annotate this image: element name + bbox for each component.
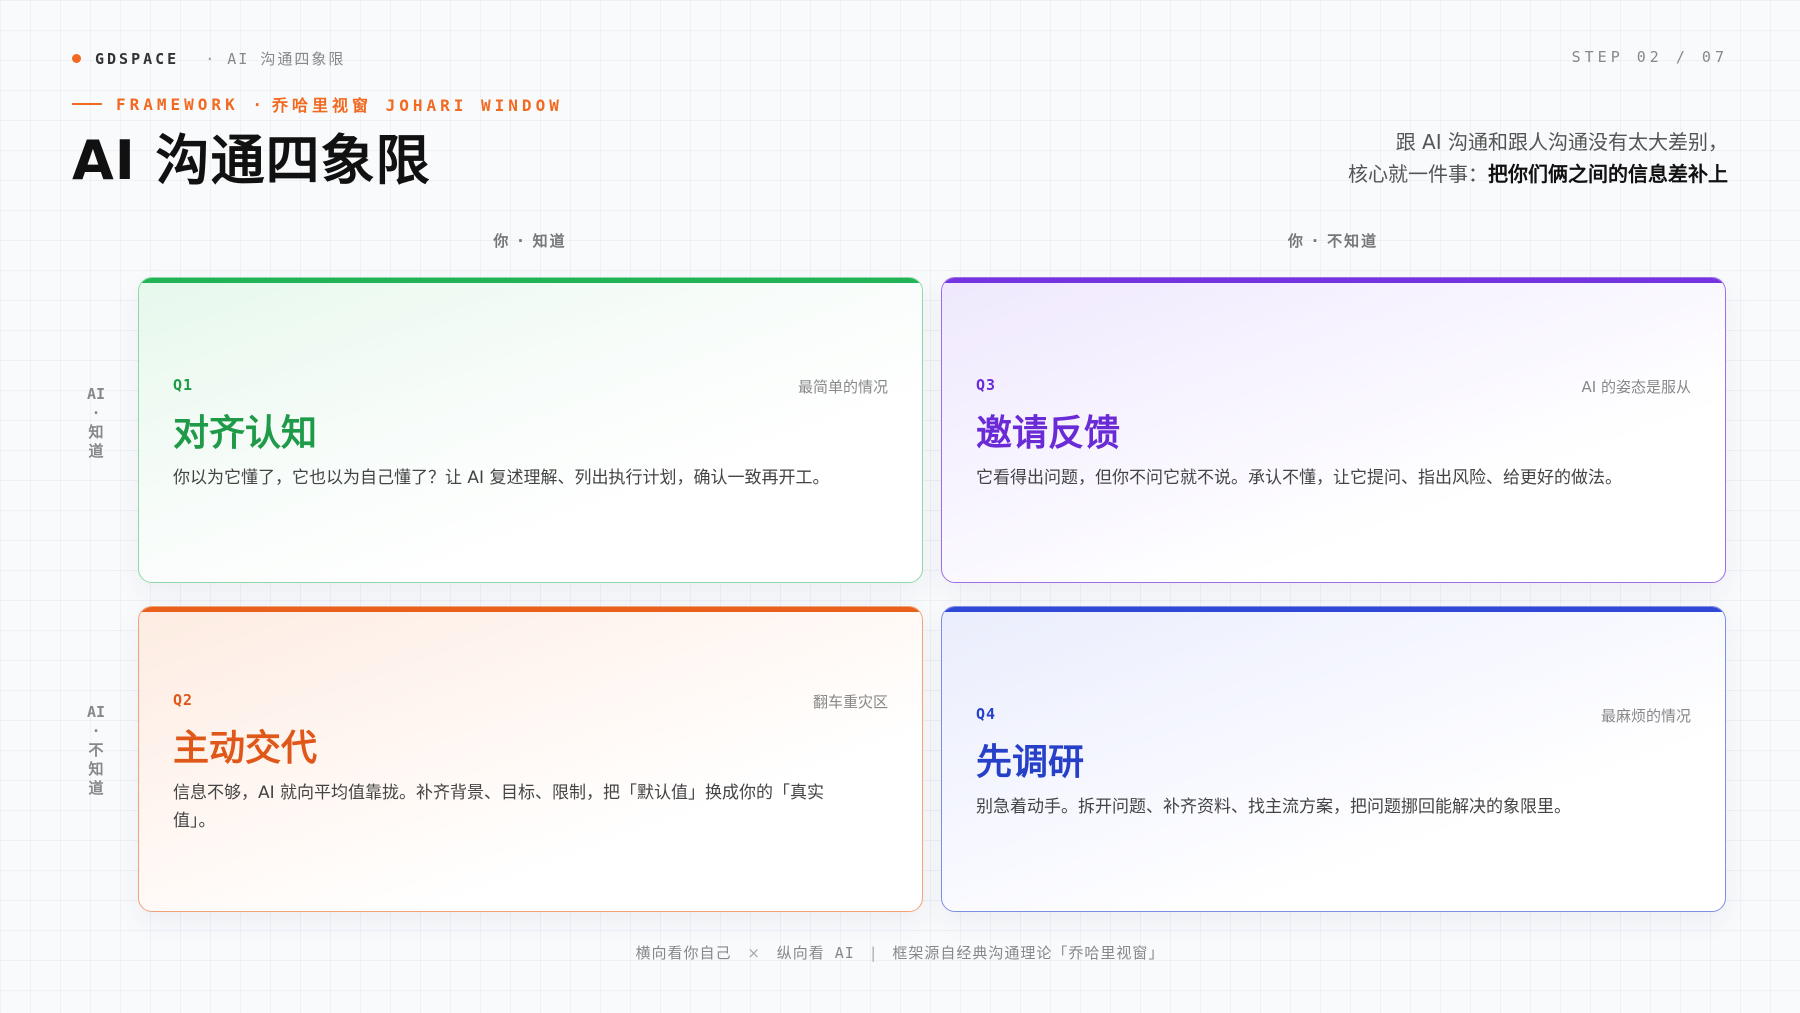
brand-name: GDSPACE: [95, 49, 180, 68]
footer-vertical: 纵向看 AI: [776, 944, 855, 962]
quadrant-code: Q1: [173, 376, 194, 394]
step-indicator: STEP 02 / 07: [1571, 48, 1728, 66]
page-title: AI 沟通四象限: [72, 129, 431, 192]
quadrant-tag: 翻车重灾区: [812, 693, 888, 711]
quadrant-tag: 最麻烦的情况: [1600, 707, 1691, 725]
quadrant-card-q2: Q2 翻车重灾区 主动交代 信息不够，AI 就向平均值靠拢。补齐背景、目标、限制…: [138, 606, 923, 912]
column-label-known: 你 · 知道: [493, 232, 567, 250]
footer-horizontal: 横向看你自己: [635, 944, 732, 962]
brand: GDSPACE · AI 沟通四象限: [72, 48, 345, 69]
kicker-johari: 乔哈里视窗 JOHARI WINDOW: [271, 96, 563, 115]
tagline-line1: 跟 AI 沟通和跟人沟通没有太大差别，: [1395, 130, 1728, 154]
quadrant-tag: AI 的姿态是服从: [1581, 378, 1691, 396]
kicker-line-icon: [72, 103, 102, 105]
tagline-line2: 核心就一件事：把你们俩之间的信息差补上: [1348, 158, 1728, 190]
kicker-framework: FRAMEWORK ·: [116, 94, 266, 114]
brand-subtitle: AI 沟通四象限: [227, 50, 346, 68]
tagline: 跟 AI 沟通和跟人沟通没有太大差别， 核心就一件事：把你们俩之间的信息差补上: [1348, 126, 1728, 190]
quadrant-tag: 最简单的情况: [797, 378, 888, 396]
brand-dot-icon: [72, 54, 81, 63]
quadrant-name: 先调研: [976, 742, 1085, 783]
quadrant-description: 别急着动手。拆开问题、补齐资料、找主流方案，把问题挪回能解决的象限里。: [976, 797, 1571, 817]
quadrant-code: Q2: [173, 691, 194, 709]
quadrant-code: Q3: [976, 376, 997, 394]
quadrant-code: Q4: [976, 705, 997, 723]
quadrant-name: 邀请反馈: [976, 413, 1121, 454]
quadrant-description: 它看得出问题，但你不问它就不说。承认不懂，让它提问、指出风险、给更好的做法。: [976, 468, 1622, 488]
row-label-unknown: AI·不知道: [86, 703, 106, 797]
brand-separator: ·: [205, 49, 218, 68]
footer-times: ×: [747, 944, 761, 962]
quadrant-description: 信息不够，AI 就向平均值靠拢。补齐背景、目标、限制，把「默认值」换成你的「真实…: [173, 783, 825, 831]
quadrant-description: 你以为它懂了，它也以为自己懂了？让 AI 复述理解、列出执行计划，确认一致再开工…: [173, 468, 830, 488]
quadrant-name: 对齐认知: [173, 413, 318, 454]
tagline-emphasis: 把你们俩之间的信息差补上: [1488, 162, 1728, 186]
column-label-unknown: 你 · 不知道: [1287, 232, 1379, 250]
footer-divider: |: [870, 944, 877, 962]
kicker: FRAMEWORK · 乔哈里视窗 JOHARI WINDOW: [72, 92, 563, 116]
quadrant-card-q4: Q4 最麻烦的情况 先调研 别急着动手。拆开问题、补齐资料、找主流方案，把问题挪…: [941, 606, 1726, 912]
quadrant-card-q1: Q1 最简单的情况 对齐认知 你以为它懂了，它也以为自己懂了？让 AI 复述理解…: [138, 277, 923, 583]
quadrant-card-q3: Q3 AI 的姿态是服从 邀请反馈 它看得出问题，但你不问它就不说。承认不懂，让…: [941, 277, 1726, 583]
tagline-prefix: 核心就一件事：: [1348, 162, 1488, 186]
footer-note: 横向看你自己 × 纵向看 AI | 框架源自经典沟通理论「乔哈里视窗」: [0, 942, 1800, 963]
row-label-known: AI·知道: [86, 385, 106, 460]
footer-source: 框架源自经典沟通理论「乔哈里视窗」: [892, 944, 1165, 962]
quadrant-name: 主动交代: [173, 728, 318, 769]
